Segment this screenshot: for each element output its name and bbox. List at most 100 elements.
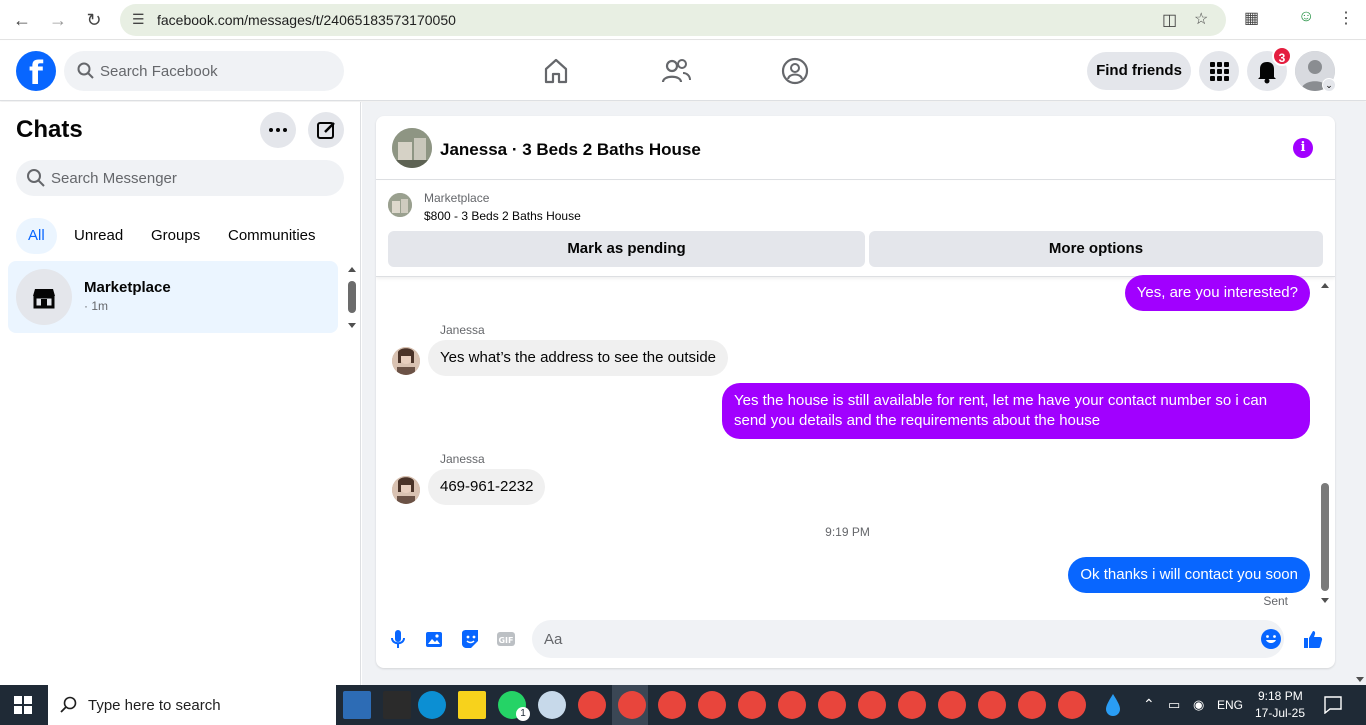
address-bar[interactable]: ☰ facebook.com/messages/t/24065183573170… bbox=[120, 4, 1226, 36]
taskbar-search-text: Type here to search bbox=[88, 697, 221, 714]
chrome-icon[interactable] bbox=[738, 691, 766, 719]
conversation-title[interactable]: Janessa · 3 Beds 2 Baths House bbox=[440, 140, 701, 160]
facebook-logo-icon[interactable]: f bbox=[16, 51, 56, 91]
chrome-icon[interactable] bbox=[1058, 691, 1086, 719]
install-app-icon[interactable]: ◫ bbox=[1162, 10, 1177, 30]
janessa-avatar[interactable] bbox=[392, 347, 420, 375]
listing-source: Marketplace bbox=[424, 191, 490, 205]
chrome-icon[interactable] bbox=[658, 691, 686, 719]
chrome-icon[interactable] bbox=[898, 691, 926, 719]
person-photo-icon bbox=[392, 347, 420, 375]
chevron-down-icon[interactable]: ⌄ bbox=[1322, 78, 1336, 92]
chrome-icon[interactable] bbox=[578, 691, 606, 719]
messenger-search-input[interactable] bbox=[51, 160, 331, 196]
gif-icon[interactable]: GIF bbox=[495, 628, 517, 650]
facebook-search[interactable] bbox=[64, 51, 344, 91]
sender-name: Janessa bbox=[440, 323, 485, 337]
message-timestamp: 9:19 PM bbox=[825, 525, 870, 539]
groups-icon[interactable] bbox=[779, 55, 811, 87]
calculator-icon[interactable] bbox=[343, 691, 371, 719]
filter-unread[interactable]: Unread bbox=[62, 218, 135, 254]
messenger-search[interactable] bbox=[16, 160, 344, 196]
listing-thumbnail[interactable] bbox=[388, 193, 412, 217]
svg-text:GIF: GIF bbox=[498, 636, 513, 645]
chat-list-item[interactable]: Marketplace · 1m bbox=[8, 261, 338, 333]
chrome-icon[interactable] bbox=[778, 691, 806, 719]
new-message-button[interactable] bbox=[308, 112, 344, 148]
url-text: facebook.com/messages/t/2406518357317005… bbox=[157, 12, 456, 28]
language-indicator[interactable]: ENG bbox=[1217, 698, 1243, 712]
battery-icon[interactable]: ▭ bbox=[1168, 697, 1180, 713]
filter-communities[interactable]: Communities bbox=[216, 218, 328, 254]
forward-icon[interactable]: → bbox=[46, 8, 70, 32]
chevron-up-icon[interactable]: ⌃ bbox=[1143, 696, 1155, 713]
reload-icon[interactable]: ↻ bbox=[82, 8, 106, 32]
friends-icon[interactable] bbox=[660, 55, 692, 87]
info-icon[interactable]: i bbox=[1293, 138, 1313, 158]
browser-toolbar: ← → ↻ ☰ facebook.com/messages/t/24065183… bbox=[0, 0, 1366, 40]
person-photo-icon bbox=[392, 476, 420, 504]
chrome-icon[interactable] bbox=[858, 691, 886, 719]
clock-time[interactable]: 9:18 PM bbox=[1258, 689, 1303, 703]
notification-badge: 3 bbox=[1272, 46, 1292, 66]
back-icon[interactable]: ← bbox=[10, 8, 34, 32]
water-drop-icon[interactable] bbox=[1104, 693, 1122, 717]
janessa-avatar[interactable] bbox=[392, 476, 420, 504]
clock-date[interactable]: 17-Jul-25 bbox=[1255, 706, 1305, 720]
marketplace-avatar bbox=[16, 269, 72, 325]
photo-icon[interactable] bbox=[423, 628, 445, 650]
find-friends-button[interactable]: Find friends bbox=[1087, 52, 1191, 90]
listing-title[interactable]: $800 - 3 Beds 2 Baths House bbox=[424, 209, 581, 223]
filter-all[interactable]: All bbox=[16, 218, 57, 254]
options-button[interactable] bbox=[260, 112, 296, 148]
message-input[interactable] bbox=[544, 620, 1244, 658]
message-composer: GIF bbox=[376, 616, 1335, 664]
app-grid-icon bbox=[1210, 62, 1229, 81]
chrome-icon[interactable] bbox=[818, 691, 846, 719]
windows-start-icon[interactable] bbox=[14, 696, 32, 714]
chrome-icon[interactable] bbox=[1018, 691, 1046, 719]
sticker-icon[interactable] bbox=[459, 628, 481, 650]
page-scrollbar[interactable] bbox=[1354, 102, 1366, 685]
thread-scrollbar[interactable] bbox=[1319, 278, 1331, 608]
bookmark-star-icon[interactable]: ☆ bbox=[1194, 9, 1208, 29]
incoming-message[interactable]: 469-961-2232 bbox=[428, 469, 546, 505]
site-settings-icon[interactable]: ☰ bbox=[132, 11, 145, 28]
app-icon[interactable] bbox=[383, 691, 411, 719]
chrome-icon[interactable] bbox=[698, 691, 726, 719]
message-input-box[interactable] bbox=[532, 620, 1284, 658]
menu-button[interactable] bbox=[1199, 51, 1239, 91]
conversation-panel: Janessa · 3 Beds 2 Baths House i Marketp… bbox=[376, 116, 1335, 668]
paint-icon[interactable] bbox=[538, 691, 566, 719]
incoming-message[interactable]: Yes what’s the address to see the outsid… bbox=[428, 340, 729, 376]
chrome-menu-icon[interactable]: ⋮ bbox=[1338, 8, 1354, 28]
facebook-header: f Find friends 3 ⌄ bbox=[0, 41, 1366, 101]
whatsapp-badge: 1 bbox=[516, 707, 530, 721]
compose-icon bbox=[317, 122, 335, 139]
mark-as-pending-button[interactable]: Mark as pending bbox=[388, 231, 865, 267]
outgoing-message[interactable]: Yes the house is still available for ren… bbox=[722, 383, 1310, 439]
chrome-icon[interactable] bbox=[938, 691, 966, 719]
marketplace-listing-bar: Marketplace $800 - 3 Beds 2 Baths House … bbox=[376, 181, 1335, 277]
facebook-search-input[interactable] bbox=[100, 51, 330, 91]
notification-center-icon[interactable] bbox=[1324, 696, 1342, 714]
filter-groups[interactable]: Groups bbox=[139, 218, 212, 254]
profile-icon[interactable]: ☺ bbox=[1298, 8, 1314, 26]
extensions-icon[interactable]: ▦ bbox=[1244, 8, 1259, 28]
outgoing-message[interactable]: Ok thanks i will contact you soon bbox=[1068, 557, 1310, 593]
outgoing-message[interactable]: Yes, are you interested? bbox=[1124, 275, 1310, 311]
conversation-avatar[interactable] bbox=[392, 128, 432, 168]
sticky-notes-icon[interactable] bbox=[458, 691, 486, 719]
more-icon bbox=[269, 128, 287, 132]
network-icon[interactable]: ◉ bbox=[1193, 697, 1204, 713]
chrome-icon[interactable] bbox=[618, 691, 646, 719]
home-icon[interactable] bbox=[540, 55, 572, 87]
more-options-button[interactable]: More options bbox=[869, 231, 1323, 267]
edge-icon[interactable] bbox=[418, 691, 446, 719]
microphone-icon[interactable] bbox=[387, 628, 409, 650]
sidebar-scrollbar[interactable] bbox=[346, 264, 358, 332]
emoji-icon[interactable] bbox=[1260, 628, 1282, 650]
chrome-icon[interactable] bbox=[978, 691, 1006, 719]
taskbar-search[interactable]: Type here to search bbox=[48, 685, 336, 725]
thumbs-up-icon[interactable] bbox=[1302, 628, 1324, 650]
